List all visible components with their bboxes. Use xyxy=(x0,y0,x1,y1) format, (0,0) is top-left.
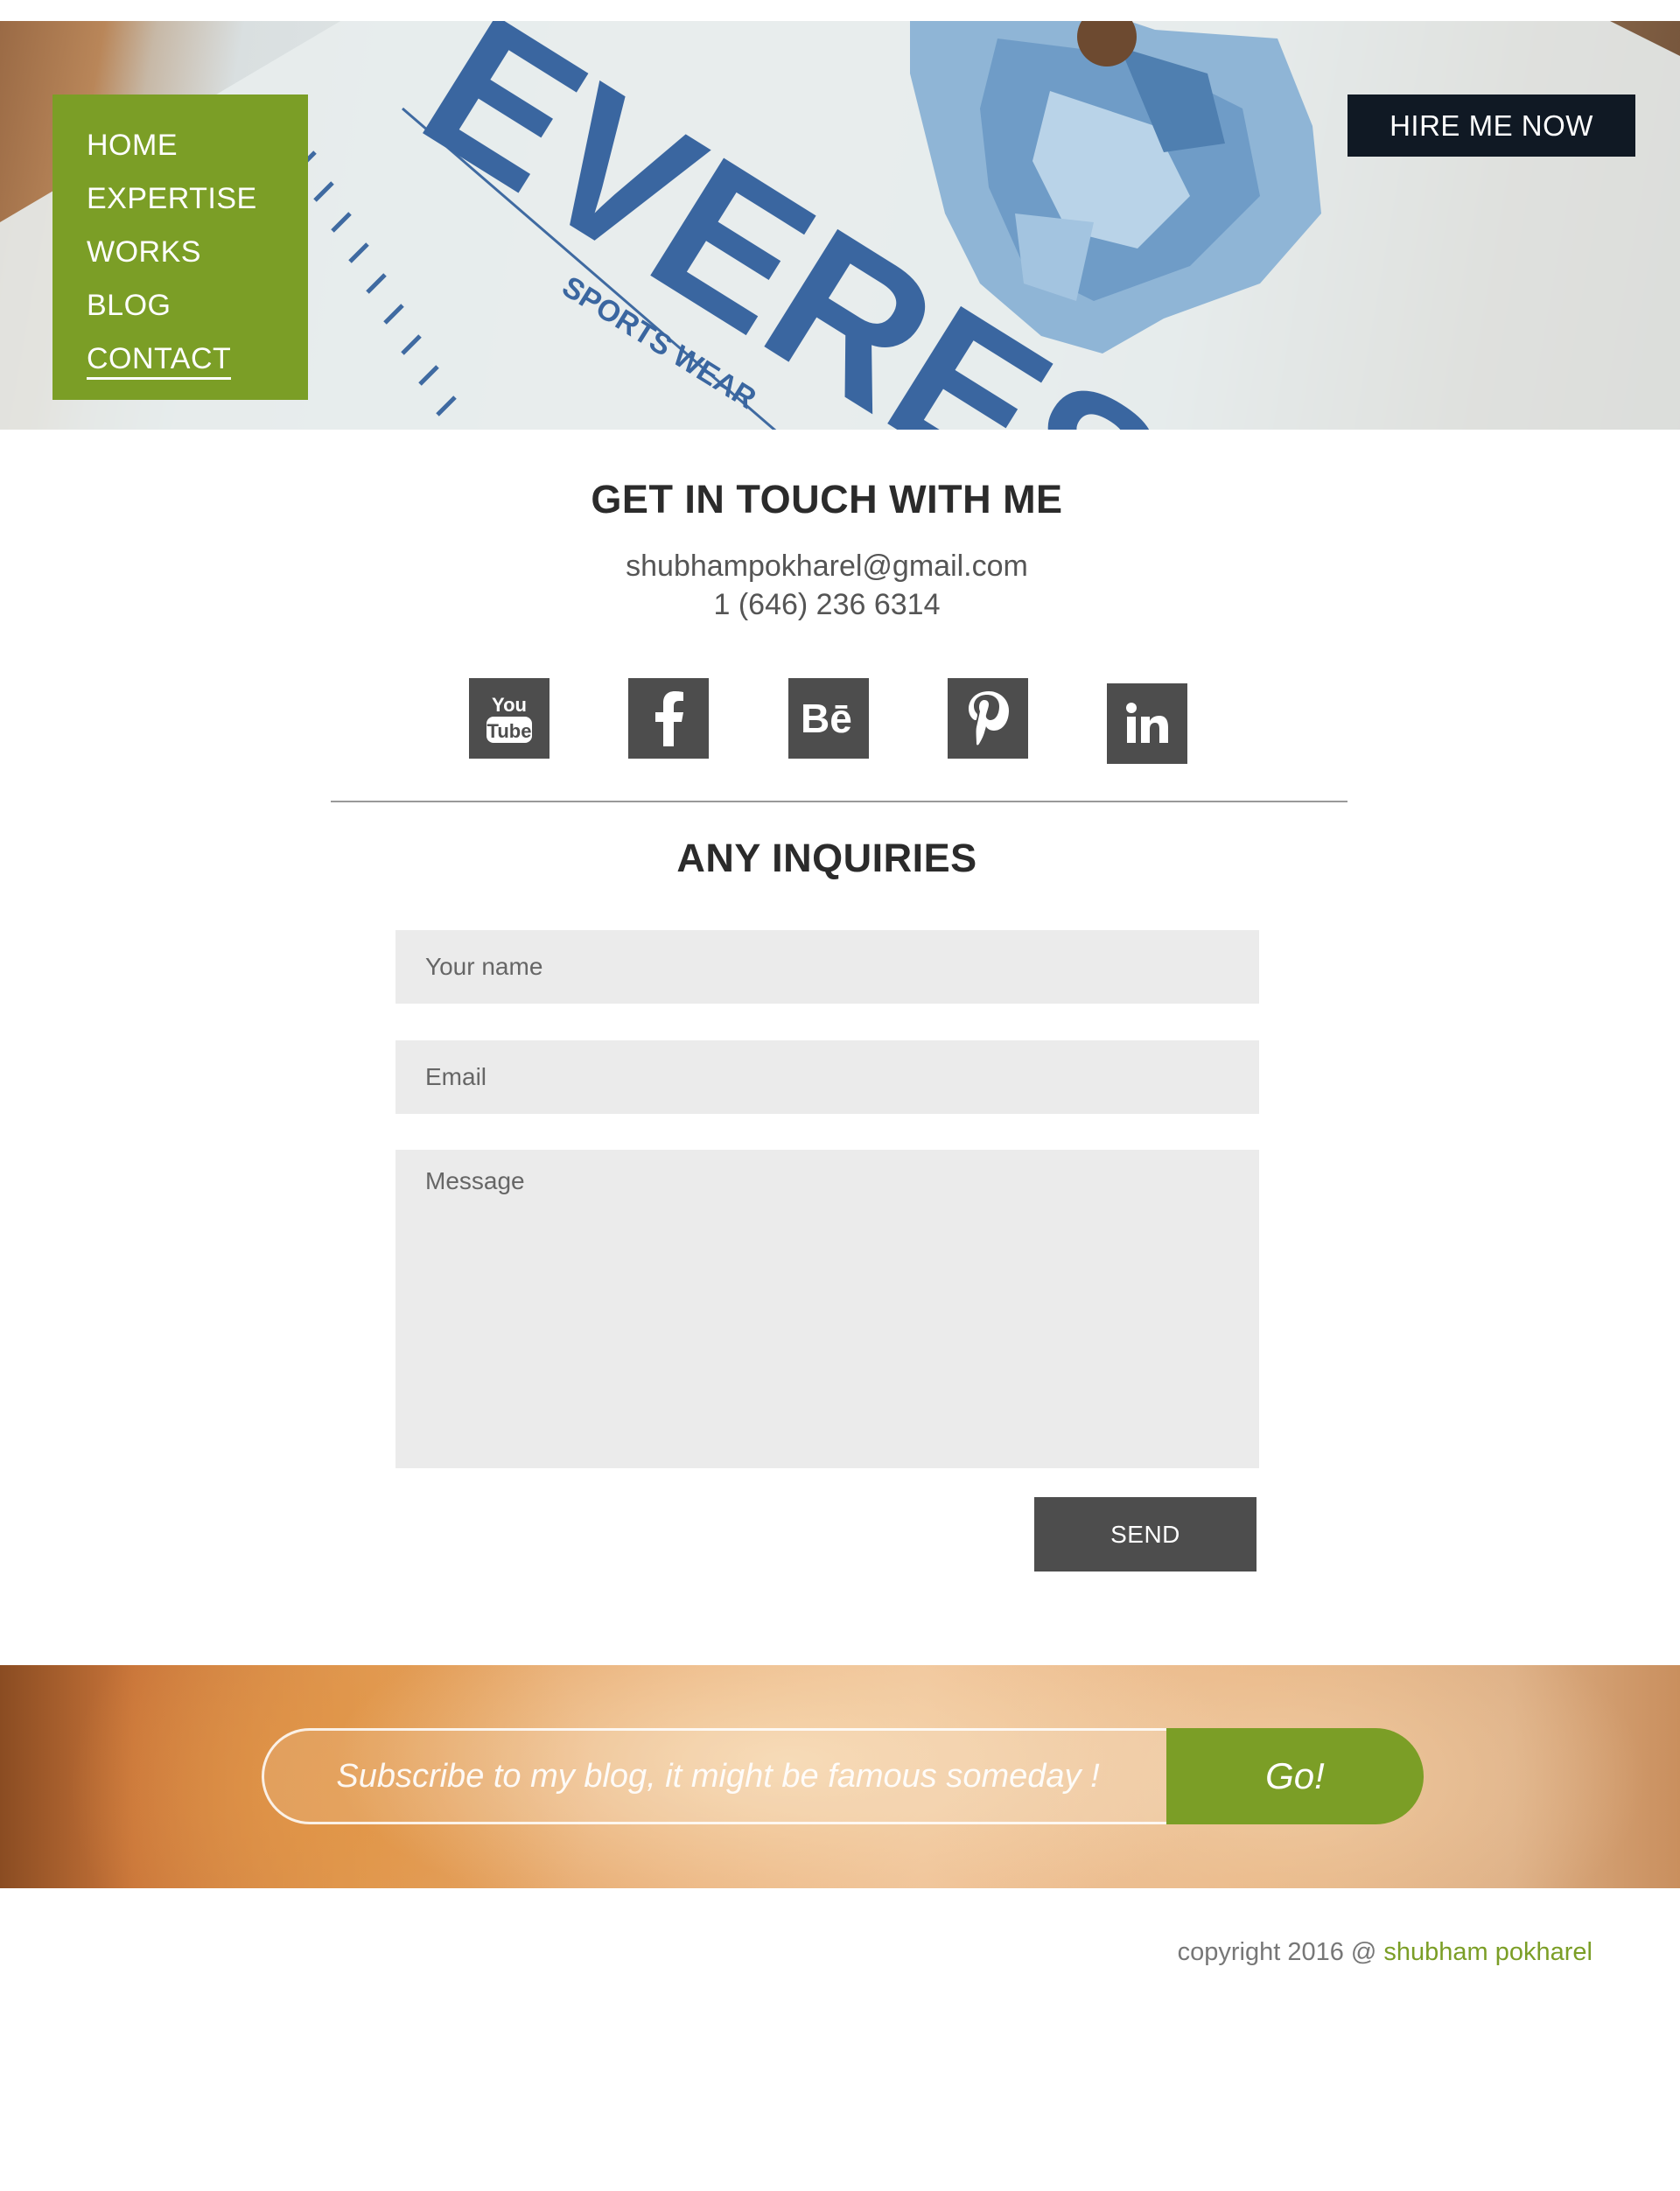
send-button[interactable]: SEND xyxy=(1034,1497,1256,1572)
svg-text:You: You xyxy=(492,694,527,716)
nav-expertise[interactable]: EXPERTISE xyxy=(87,172,308,226)
youtube-icon: You Tube xyxy=(486,694,532,743)
subscribe-email-input[interactable] xyxy=(262,1728,1172,1824)
email-input[interactable] xyxy=(396,1040,1259,1114)
nav-expertise-label: EXPERTISE xyxy=(87,182,257,215)
behance-link[interactable]: Bē xyxy=(788,678,869,759)
facebook-icon xyxy=(655,691,683,746)
nav-blog[interactable]: BLOG xyxy=(87,279,308,332)
name-input[interactable] xyxy=(396,930,1259,1004)
footer-copyright: copyright 2016 @ shubham pokharel xyxy=(1138,1938,1592,1967)
nav-works[interactable]: WORKS xyxy=(87,226,308,279)
linkedin-link[interactable] xyxy=(1107,683,1187,764)
author-link[interactable]: shubham pokharel xyxy=(1383,1938,1592,1966)
behance-icon: Bē xyxy=(801,697,852,739)
linkedin-icon xyxy=(1126,703,1168,743)
facebook-link[interactable] xyxy=(628,678,709,759)
nav-contact[interactable]: CONTACT xyxy=(87,332,308,386)
nav-contact-label: CONTACT xyxy=(87,342,232,380)
svg-text:Bē: Bē xyxy=(801,697,852,739)
hero-banner: EVEREST SPORTS WEAR HOME EXPERTISE WORKS… xyxy=(0,21,1680,430)
pinterest-icon xyxy=(969,691,1009,746)
contact-title: GET IN TOUCH WITH ME xyxy=(591,477,1063,522)
pinterest-link[interactable] xyxy=(948,678,1028,759)
section-divider xyxy=(331,801,1348,802)
nav-works-label: WORKS xyxy=(87,235,201,269)
message-textarea[interactable] xyxy=(396,1150,1259,1468)
main-nav: HOME EXPERTISE WORKS BLOG CONTACT xyxy=(52,94,308,400)
contact-email[interactable]: shubhampokharel@gmail.com xyxy=(0,550,1654,584)
nav-home-label: HOME xyxy=(87,129,178,162)
hire-me-button[interactable]: HIRE ME NOW xyxy=(1348,94,1635,157)
subscribe-go-button[interactable]: Go! xyxy=(1166,1728,1424,1824)
contact-phone[interactable]: 1 (646) 236 6314 xyxy=(0,588,1654,622)
youtube-link[interactable]: You Tube xyxy=(469,678,550,759)
nav-home[interactable]: HOME xyxy=(87,119,308,172)
copyright-text: copyright 2016 @ xyxy=(1177,1938,1384,1966)
svg-text:Tube: Tube xyxy=(487,720,532,742)
inquiries-title: ANY INQUIRIES xyxy=(676,836,977,880)
nav-blog-label: BLOG xyxy=(87,289,172,322)
